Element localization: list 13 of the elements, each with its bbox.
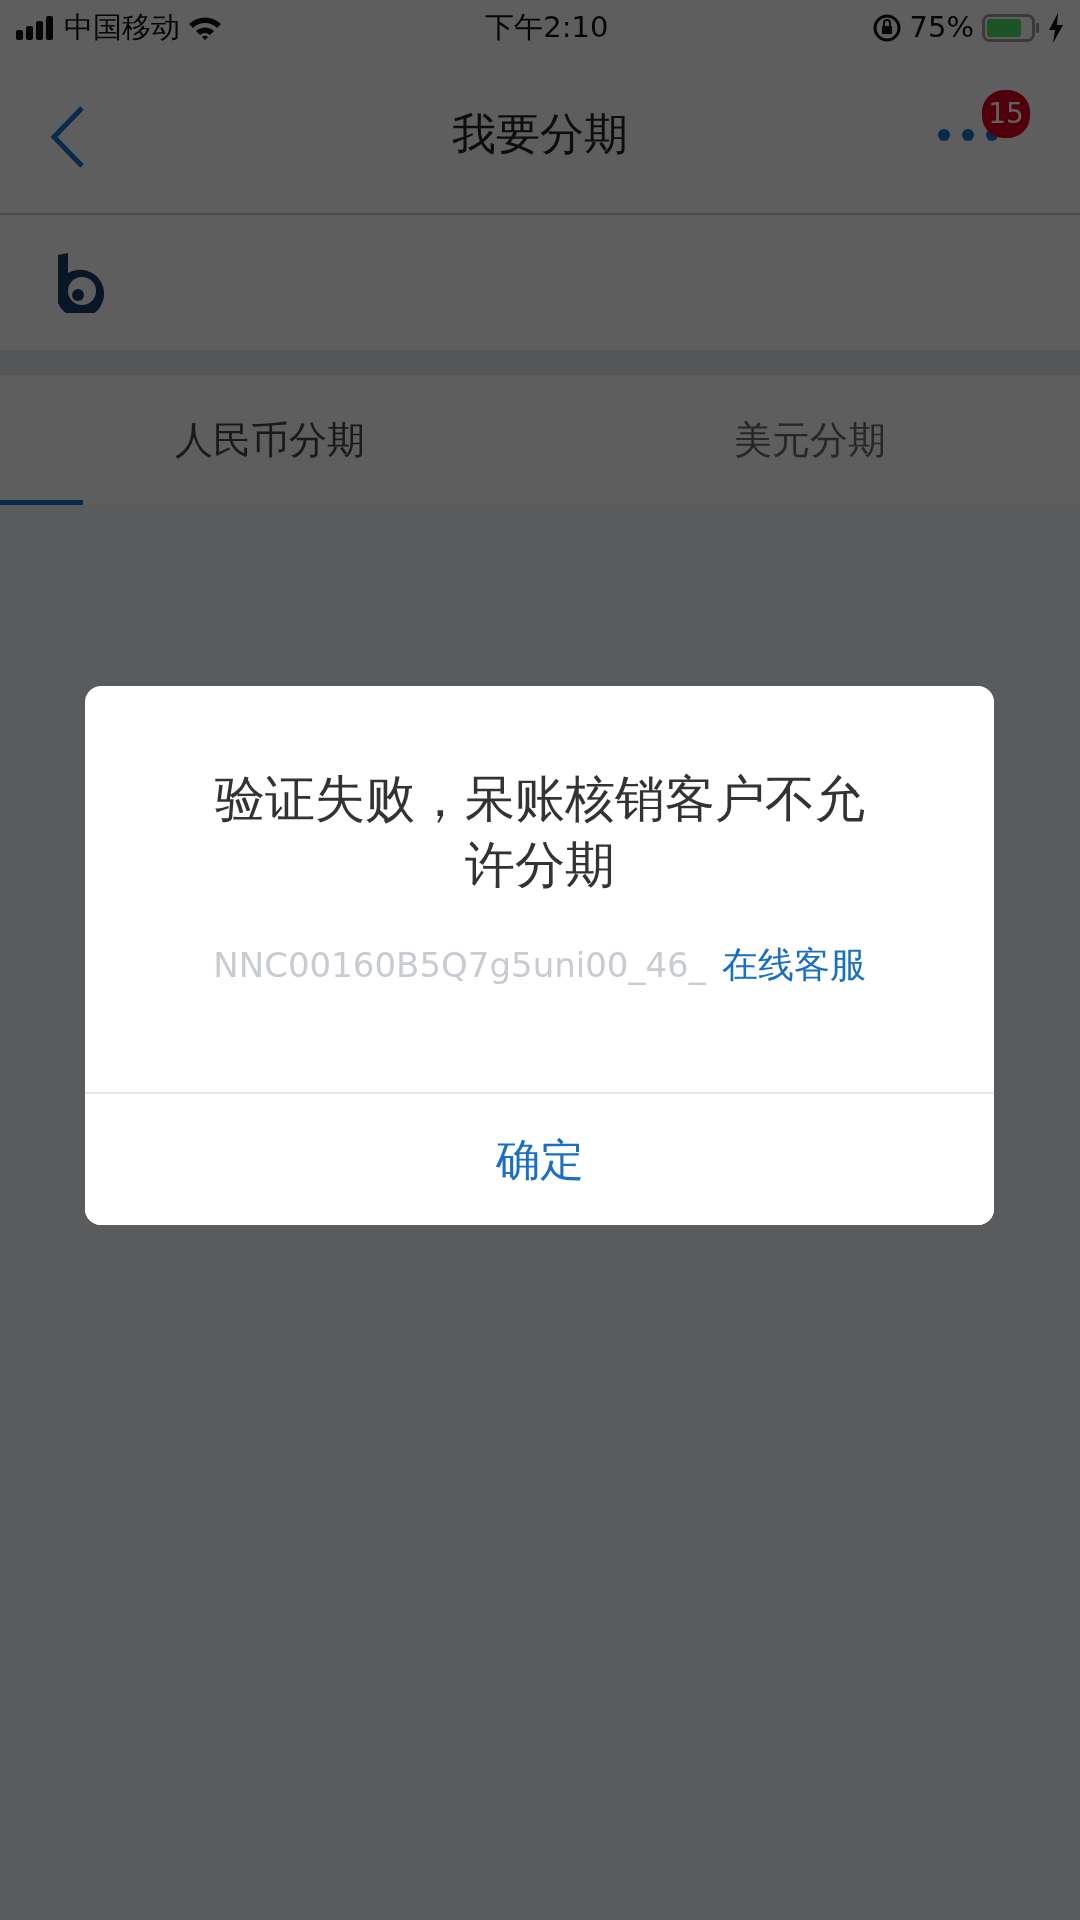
confirm-button[interactable]: 确定 xyxy=(85,1092,994,1225)
battery-percent: 75% xyxy=(909,8,974,46)
page-title: 我要分期 xyxy=(452,107,628,161)
notification-badge: 15 xyxy=(982,90,1030,138)
dialog-message: 验证失败，呆账核销客户不允许分期 xyxy=(213,769,866,896)
carrier-name: 中国移动 xyxy=(64,8,180,46)
battery-icon xyxy=(982,13,1040,42)
online-service-link[interactable]: 在线客服 xyxy=(721,938,866,992)
status-time: 下午2:10 xyxy=(485,8,609,46)
tab[interactable]: 人民币分期 xyxy=(0,375,540,505)
charging-icon xyxy=(1048,12,1064,43)
signal-icon xyxy=(16,15,56,40)
rotation-lock-icon xyxy=(871,12,902,43)
